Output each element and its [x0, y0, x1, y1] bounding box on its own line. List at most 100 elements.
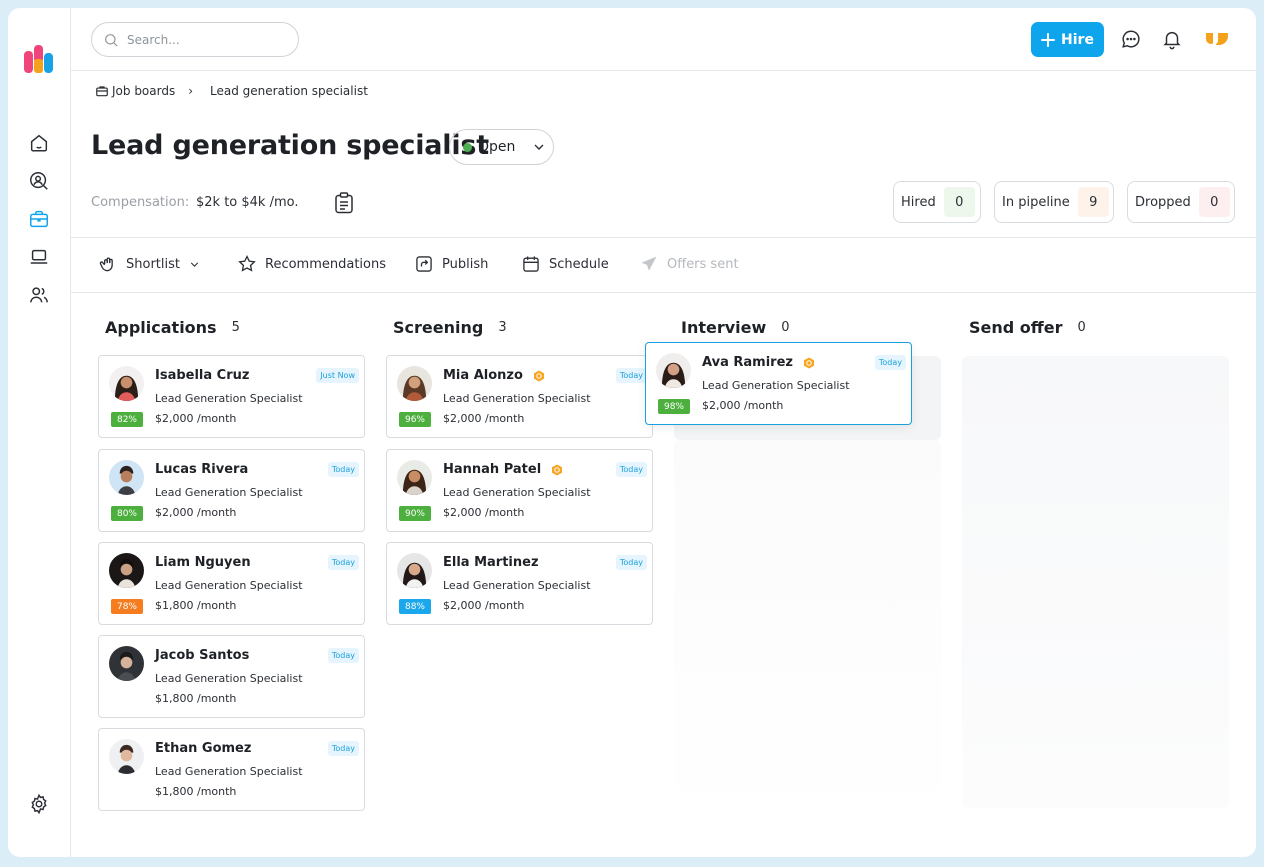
candidate-role: Lead Generation Specialist — [155, 579, 303, 592]
candidate-card[interactable]: Jacob Santos Lead Generation Specialist … — [98, 635, 365, 718]
compensation-value: $2k to $4k /mo. — [196, 195, 299, 210]
search-box[interactable] — [91, 22, 299, 57]
user-avatar[interactable] — [1204, 30, 1230, 48]
candidate-card[interactable]: Ella Martinez Lead Generation Specialist… — [386, 542, 653, 625]
candidate-card[interactable]: Liam Nguyen Lead Generation Specialist $… — [98, 542, 365, 625]
users-icon[interactable] — [28, 284, 50, 306]
search-input[interactable] — [127, 32, 287, 47]
candidate-role: Lead Generation Specialist — [155, 486, 303, 499]
offers-sent-label: Offers sent — [667, 256, 739, 272]
sidebar — [8, 8, 71, 857]
time-tag: Today — [327, 741, 359, 756]
briefcase-icon[interactable] — [28, 208, 50, 230]
recommendations-button[interactable]: Recommendations — [237, 254, 386, 274]
verified-badge-icon — [533, 370, 544, 381]
empty-column-send-offer — [962, 356, 1229, 808]
candidate-card[interactable]: Hannah Patel Lead Generation Specialist … — [386, 449, 653, 532]
empty-column-interview — [674, 440, 941, 830]
stat-hired: Hired 0 — [893, 181, 981, 223]
match-score-badge: 78% — [111, 599, 143, 614]
candidate-card[interactable]: Isabella Cruz Lead Generation Specialist… — [98, 355, 365, 438]
time-tag: Today — [615, 555, 647, 570]
share-icon — [416, 256, 432, 272]
candidate-role: Lead Generation Specialist — [702, 379, 850, 392]
candidate-name: Lucas Rivera — [155, 462, 249, 477]
candidate-pay: $2,000 /month — [155, 412, 237, 425]
time-tag: Just Now — [316, 368, 359, 383]
stat-value: 0 — [1198, 187, 1230, 217]
bell-icon[interactable] — [1161, 28, 1183, 50]
column-title: Interview — [681, 318, 767, 337]
column-title: Send offer — [969, 318, 1063, 337]
candidate-role: Lead Generation Specialist — [443, 486, 591, 499]
time-tag: Today — [615, 462, 647, 477]
time-tag: Today — [327, 648, 359, 663]
column-title: Screening — [393, 318, 484, 337]
candidate-pay: $2,000 /month — [155, 506, 237, 519]
column-count: 0 — [781, 320, 790, 335]
page-title: Lead generation specialist — [91, 130, 489, 161]
avatar — [397, 460, 432, 495]
column-title: Applications — [105, 318, 217, 337]
user-search-icon[interactable] — [28, 170, 50, 192]
candidate-card[interactable]: Lucas Rivera Lead Generation Specialist … — [98, 449, 365, 532]
paper-plane-icon — [641, 256, 657, 271]
briefcase-icon — [96, 86, 108, 97]
calendar-icon — [523, 256, 539, 272]
candidate-pay: $2,000 /month — [702, 399, 784, 412]
candidate-name: Jacob Santos — [155, 648, 250, 663]
offers-sent-button: Offers sent — [639, 254, 739, 274]
candidate-card[interactable]: Ethan Gomez Lead Generation Specialist $… — [98, 728, 365, 811]
clipboard-icon[interactable] — [334, 192, 354, 214]
candidate-name: Mia Alonzo — [443, 368, 545, 383]
recommendations-label: Recommendations — [265, 256, 387, 272]
stat-label: Dropped — [1135, 194, 1191, 210]
shortlist-dropdown[interactable]: Shortlist — [98, 254, 201, 274]
avatar — [109, 739, 144, 774]
home-icon[interactable] — [28, 132, 50, 154]
breadcrumb-job-boards[interactable]: Job boards — [112, 84, 175, 98]
match-score-badge: 90% — [399, 506, 431, 521]
candidate-card[interactable]: Mia Alonzo Lead Generation Specialist $2… — [386, 355, 653, 438]
publish-button[interactable]: Publish — [414, 254, 488, 274]
laptop-icon[interactable] — [28, 246, 50, 268]
column-header-send-offer: Send offer 0 — [969, 318, 1086, 337]
dragging-candidate-card[interactable]: Ava Ramirez Lead Generation Specialist $… — [645, 342, 912, 425]
candidate-role: Lead Generation Specialist — [155, 765, 303, 778]
candidate-pay: $2,000 /month — [443, 412, 525, 425]
avatar — [397, 553, 432, 588]
compensation-label: Compensation: — [91, 195, 190, 210]
top-bar: Hire — [71, 8, 1256, 71]
stat-label: Hired — [901, 194, 936, 210]
avatar — [656, 353, 691, 388]
schedule-button[interactable]: Schedule — [521, 254, 609, 274]
status-dot — [463, 142, 472, 152]
candidate-role: Lead Generation Specialist — [155, 392, 303, 405]
candidate-name: Ethan Gomez — [155, 741, 252, 756]
app-window: Hire Job boards › Lead generation specia… — [8, 8, 1256, 857]
avatar — [109, 460, 144, 495]
candidate-name: Isabella Cruz — [155, 368, 250, 383]
plus-icon — [1041, 32, 1056, 47]
candidate-role: Lead Generation Specialist — [443, 392, 591, 405]
candidate-name: Liam Nguyen — [155, 555, 251, 570]
publish-label: Publish — [442, 256, 489, 272]
candidate-pay: $2,000 /month — [443, 506, 525, 519]
chat-icon[interactable] — [1120, 28, 1142, 50]
status-dropdown[interactable]: Open — [449, 129, 554, 165]
settings-icon[interactable] — [28, 793, 50, 815]
match-score-badge: 98% — [658, 399, 690, 414]
stat-value: 0 — [943, 187, 975, 217]
hire-button-label: Hire — [1061, 31, 1094, 48]
candidate-name: Ava Ramirez — [702, 355, 815, 370]
column-header-screening: Screening 3 — [393, 318, 507, 337]
match-score-badge: 88% — [399, 599, 431, 614]
match-score-badge: 96% — [399, 412, 431, 427]
hire-button[interactable]: Hire — [1031, 22, 1104, 57]
column-count: 3 — [498, 320, 507, 335]
breadcrumb-current: Lead generation specialist — [210, 84, 368, 98]
app-logo[interactable] — [24, 45, 54, 75]
column-header-interview: Interview 0 — [681, 318, 790, 337]
verified-badge-icon — [552, 464, 563, 475]
star-icon — [238, 254, 256, 272]
